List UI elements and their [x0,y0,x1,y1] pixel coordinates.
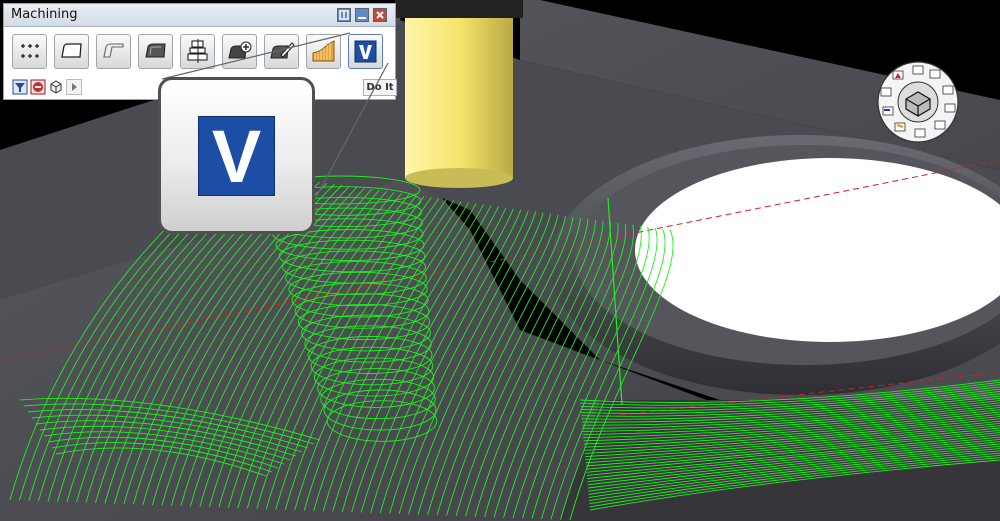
view-cube-widget[interactable] [875,61,961,143]
zoom-callout: V [158,77,315,234]
callout-connectors [161,32,389,204]
callout-letter: V [212,116,261,196]
v-icon: V [198,116,275,196]
cad-viewport[interactable]: Machining Do It V [0,0,1000,521]
